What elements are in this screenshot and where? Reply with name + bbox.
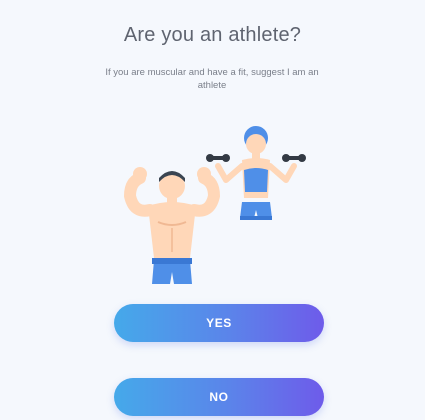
no-button[interactable]: NO: [114, 378, 324, 416]
muscular-man-figure: [123, 167, 221, 284]
athlete-question-screen: Are you an athlete? If you are muscular …: [0, 0, 425, 420]
athletes-illustration: [110, 118, 320, 298]
page-title: Are you an athlete?: [123, 24, 302, 46]
yes-button[interactable]: YES: [114, 304, 324, 342]
woman-with-dumbbells-figure: [206, 126, 306, 220]
yes-button-label: YES: [206, 316, 232, 330]
no-button-label: NO: [209, 390, 229, 404]
page-subtitle: If you are muscular and have a fit, sugg…: [105, 67, 319, 91]
